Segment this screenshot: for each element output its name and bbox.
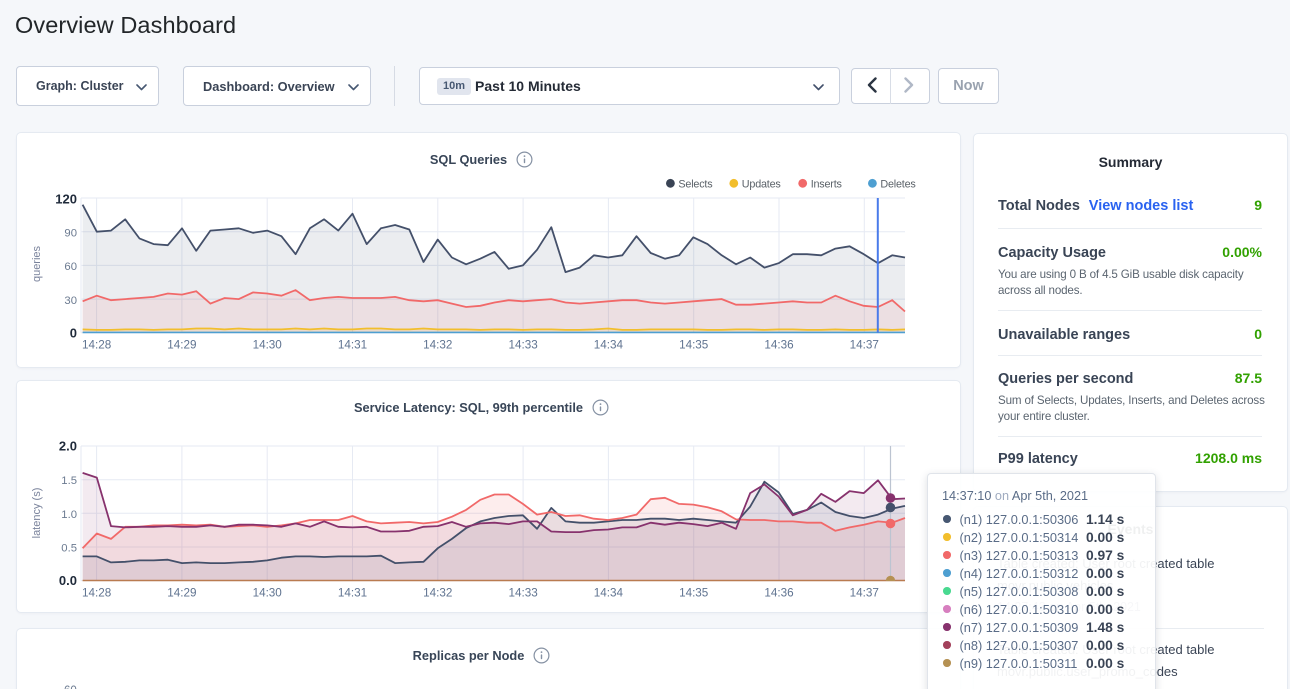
svg-text:14:32: 14:32 (423, 339, 452, 352)
svg-text:queries: queries (31, 245, 43, 282)
svg-text:14:35: 14:35 (679, 587, 709, 600)
svg-text:14:35: 14:35 (679, 339, 709, 352)
svg-text:30: 30 (64, 295, 77, 307)
svg-text:1.5: 1.5 (61, 475, 77, 487)
svg-text:90: 90 (64, 228, 77, 240)
svg-text:0.5: 0.5 (61, 543, 77, 555)
svg-text:14:32: 14:32 (423, 587, 452, 600)
svg-text:Updates: Updates (742, 179, 782, 191)
svg-text:60: 60 (64, 261, 77, 273)
svg-text:Inserts: Inserts (811, 179, 843, 191)
svg-text:14:29: 14:29 (167, 587, 196, 600)
svg-text:14:31: 14:31 (338, 339, 367, 352)
svg-text:14:34: 14:34 (594, 587, 624, 600)
svg-text:Deletes: Deletes (880, 179, 916, 191)
svg-text:0.0: 0.0 (59, 573, 77, 588)
svg-text:14:31: 14:31 (338, 587, 367, 600)
svg-text:Selects: Selects (678, 179, 713, 191)
svg-text:14:33: 14:33 (508, 587, 537, 600)
svg-text:14:34: 14:34 (594, 339, 624, 352)
svg-text:14:30: 14:30 (253, 587, 283, 600)
svg-text:14:37: 14:37 (850, 339, 879, 352)
svg-text:1.0: 1.0 (61, 509, 77, 521)
svg-text:14:33: 14:33 (508, 339, 537, 352)
svg-text:14:28: 14:28 (82, 587, 111, 600)
svg-text:14:30: 14:30 (253, 339, 283, 352)
svg-text:0: 0 (70, 326, 77, 341)
svg-text:latency (s): latency (s) (31, 488, 43, 539)
svg-text:14:28: 14:28 (82, 339, 111, 352)
svg-text:2.0: 2.0 (59, 439, 77, 454)
svg-text:14:37: 14:37 (850, 587, 879, 600)
svg-text:14:36: 14:36 (764, 587, 793, 600)
svg-text:120: 120 (55, 192, 77, 207)
svg-text:14:29: 14:29 (167, 339, 196, 352)
svg-text:14:36: 14:36 (764, 339, 793, 352)
